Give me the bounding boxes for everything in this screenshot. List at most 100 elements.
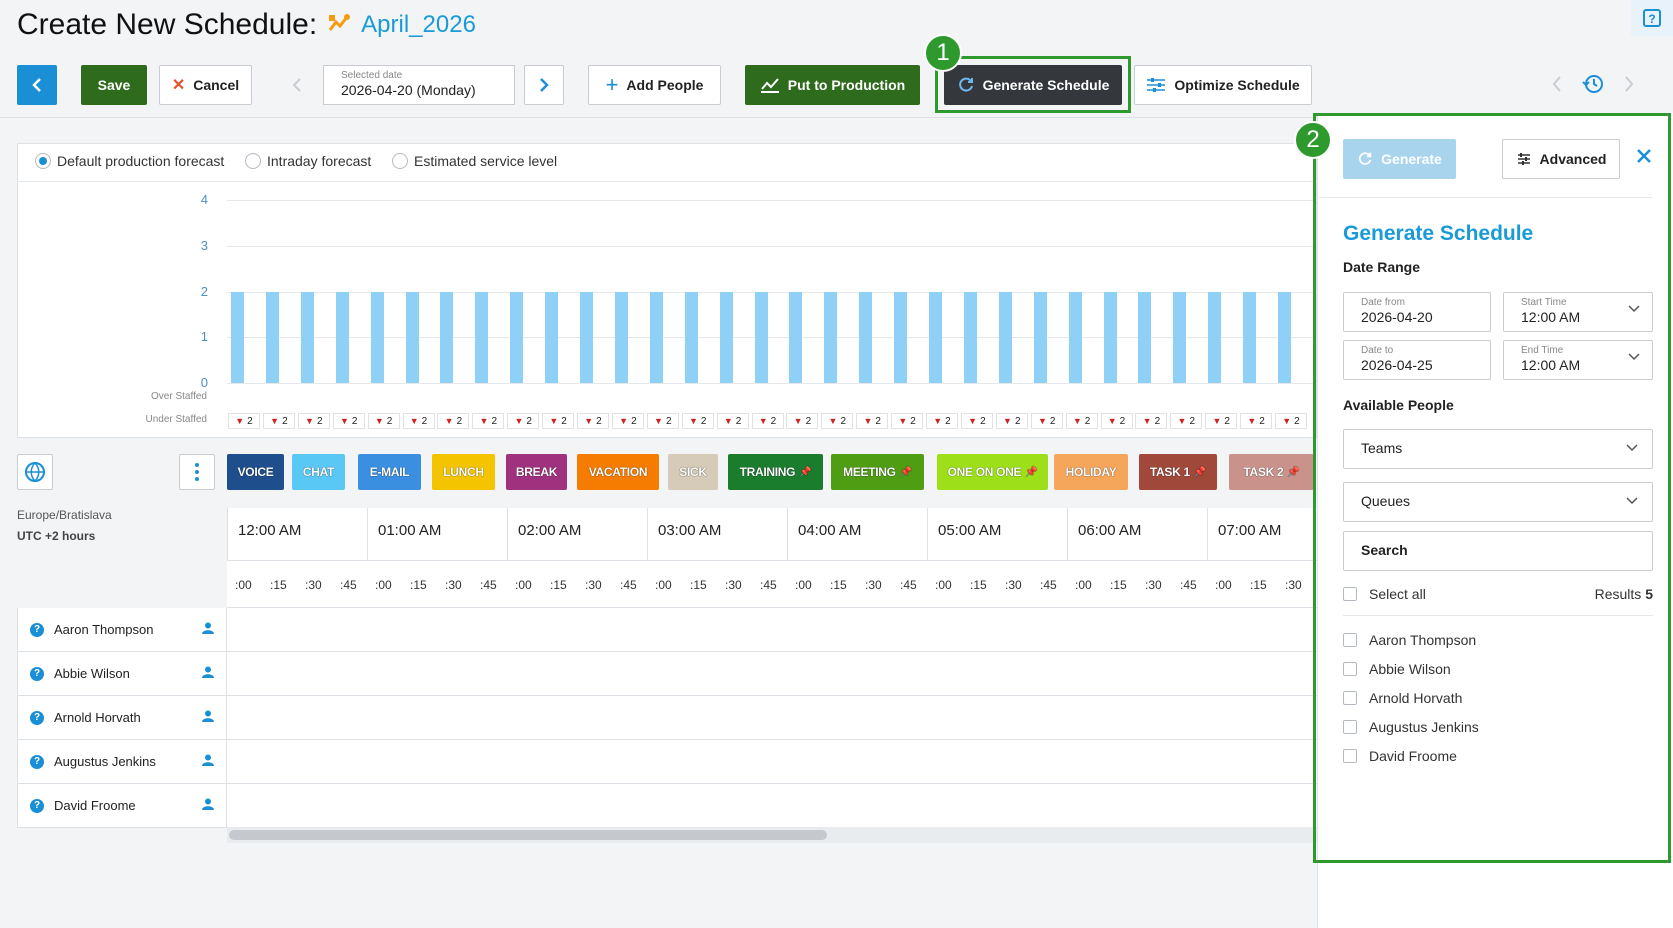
start-time-select[interactable]: Start Time 12:00 AM bbox=[1503, 292, 1653, 332]
grid-line bbox=[227, 383, 1317, 384]
hour-label: 04:00 AM bbox=[787, 508, 927, 560]
arrow-down-icon: ▼ bbox=[654, 416, 663, 426]
under-staffed-cell: ▼ 2 bbox=[332, 413, 365, 429]
available-person-checkbox[interactable]: David Froome bbox=[1343, 748, 1457, 764]
activity-chip-sick[interactable]: SICK bbox=[668, 454, 718, 490]
activity-chip-break[interactable]: BREAK bbox=[506, 454, 567, 490]
generate-schedule-label: Generate Schedule bbox=[982, 77, 1110, 93]
arrow-down-icon: ▼ bbox=[758, 416, 768, 426]
back-button[interactable] bbox=[17, 65, 57, 105]
under-staffed-cell: ▼ 2 bbox=[437, 413, 470, 429]
activity-chip-lunch[interactable]: LUNCH bbox=[432, 454, 495, 490]
person-row[interactable]: ? David Froome bbox=[17, 784, 227, 828]
schedule-row[interactable] bbox=[227, 784, 1317, 828]
arrow-down-icon: ▼ bbox=[933, 416, 943, 426]
forecast-bar bbox=[1173, 291, 1187, 383]
end-time-select[interactable]: End Time 12:00 AM bbox=[1503, 340, 1653, 380]
grid-line bbox=[227, 291, 1317, 293]
available-people-label: Available People bbox=[1343, 397, 1454, 413]
next-date-button[interactable] bbox=[524, 65, 564, 105]
activity-chip-task-1[interactable]: TASK 1 📌 bbox=[1139, 454, 1217, 490]
date-from-field[interactable]: Date from 2026-04-20 bbox=[1343, 292, 1491, 332]
arrow-down-icon: ▼ bbox=[1003, 416, 1012, 426]
teams-select[interactable]: Teams bbox=[1343, 429, 1653, 469]
put-to-production-label: Put to Production bbox=[787, 77, 906, 93]
activity-chip-one-on-one[interactable]: ONE ON ONE 📌 bbox=[937, 454, 1048, 490]
schedule-row[interactable] bbox=[227, 652, 1317, 696]
help-icon[interactable]: ? bbox=[1631, 0, 1673, 36]
quarter-label: :45 bbox=[480, 578, 497, 592]
teams-label: Teams bbox=[1361, 440, 1403, 456]
generate-schedule-button[interactable]: Generate Schedule bbox=[944, 65, 1122, 105]
radio-estimated-service-level[interactable]: Estimated service level bbox=[392, 153, 557, 169]
results-value: 5 bbox=[1645, 586, 1653, 602]
quarter-label: :00 bbox=[795, 578, 812, 592]
date-to-field[interactable]: Date to 2026-04-25 bbox=[1343, 340, 1491, 380]
page-title-text: Create New Schedule: bbox=[17, 8, 318, 41]
history-icon[interactable] bbox=[1582, 73, 1604, 100]
forecast-bar bbox=[929, 291, 942, 383]
activity-chip-chat[interactable]: CHAT bbox=[292, 454, 345, 490]
save-button[interactable]: Save bbox=[81, 65, 147, 105]
page-title: Create New Schedule: April_2026 bbox=[17, 8, 476, 42]
close-icon[interactable] bbox=[1636, 148, 1652, 169]
add-people-button[interactable]: + Add People bbox=[588, 65, 721, 105]
person-row[interactable]: ? Arnold Horvath bbox=[17, 696, 227, 740]
under-staffed-value: 2 bbox=[945, 415, 951, 427]
under-staffed-cell: ▼ 2 bbox=[1275, 413, 1307, 429]
activity-chip-training[interactable]: TRAINING 📌 bbox=[728, 454, 823, 490]
activity-chip-vacation[interactable]: VACATION bbox=[577, 454, 659, 490]
timezone-button[interactable] bbox=[17, 454, 53, 490]
quarter-label: :00 bbox=[375, 578, 392, 592]
horizontal-scrollbar[interactable] bbox=[227, 827, 1317, 843]
person-row[interactable]: ? Abbie Wilson bbox=[17, 652, 227, 696]
schedule-row[interactable] bbox=[227, 608, 1317, 652]
scrollbar-thumb[interactable] bbox=[229, 830, 827, 840]
forecast-bar bbox=[405, 291, 419, 383]
panel-title: Generate Schedule bbox=[1343, 222, 1534, 245]
more-options-button[interactable] bbox=[179, 454, 215, 490]
y-tick-label: 1 bbox=[200, 329, 208, 345]
history-prev-icon[interactable] bbox=[1551, 74, 1563, 99]
prev-date-button[interactable] bbox=[277, 65, 317, 105]
available-person-checkbox[interactable]: Abbie Wilson bbox=[1343, 661, 1451, 677]
available-person-checkbox[interactable]: Aaron Thompson bbox=[1343, 632, 1476, 648]
forecast-panel bbox=[17, 143, 1317, 438]
quarter-label: :45 bbox=[760, 578, 777, 592]
generate-button[interactable]: Generate bbox=[1343, 139, 1456, 179]
select-all-checkbox[interactable]: Select all bbox=[1343, 586, 1426, 602]
optimize-schedule-button[interactable]: Optimize Schedule bbox=[1134, 65, 1312, 105]
cancel-button[interactable]: ✕ Cancel bbox=[159, 65, 252, 105]
quarter-label: :45 bbox=[340, 578, 357, 592]
activity-chip-holiday[interactable]: HOLIDAY bbox=[1054, 454, 1128, 490]
radio-default-forecast[interactable]: Default production forecast bbox=[35, 153, 224, 169]
chip-label: ONE ON ONE bbox=[947, 465, 1022, 479]
radio-intraday-forecast[interactable]: Intraday forecast bbox=[245, 153, 371, 169]
selected-date-field[interactable]: Selected date 2026-04-20 (Monday) bbox=[323, 65, 515, 105]
add-people-label: Add People bbox=[626, 77, 704, 93]
available-person-checkbox[interactable]: Augustus Jenkins bbox=[1343, 719, 1479, 735]
put-to-production-button[interactable]: Put to Production bbox=[745, 65, 920, 105]
schedule-row[interactable] bbox=[227, 740, 1317, 784]
question-icon: ? bbox=[30, 798, 44, 813]
activity-chip-voice[interactable]: VOICE bbox=[227, 454, 284, 490]
person-row[interactable]: ? Aaron Thompson bbox=[17, 608, 227, 652]
queues-select[interactable]: Queues bbox=[1343, 482, 1653, 522]
activity-chip-e-mail[interactable]: E-MAIL bbox=[358, 454, 421, 490]
under-staffed-value: 2 bbox=[735, 415, 742, 427]
schedule-row[interactable] bbox=[227, 696, 1317, 740]
pin-icon: 📌 bbox=[1025, 466, 1038, 478]
activity-chip-task-2[interactable]: TASK 2 📌 bbox=[1229, 454, 1314, 490]
available-person-checkbox[interactable]: Arnold Horvath bbox=[1343, 690, 1462, 706]
chevron-left-icon bbox=[292, 78, 301, 92]
activity-chip-meeting[interactable]: MEETING 📌 bbox=[831, 454, 924, 490]
quarter-label: :15 bbox=[550, 578, 567, 592]
history-next-icon[interactable] bbox=[1623, 74, 1635, 99]
queues-label: Queues bbox=[1361, 493, 1411, 509]
under-staffed-cell: ▼ 2 bbox=[402, 413, 435, 429]
person-row[interactable]: ? Augustus Jenkins bbox=[17, 740, 227, 784]
forecast-bar bbox=[963, 291, 977, 383]
advanced-button[interactable]: Advanced bbox=[1502, 139, 1620, 179]
search-input[interactable]: Search bbox=[1343, 531, 1653, 571]
under-staffed-label: Under Staffed bbox=[145, 414, 207, 425]
